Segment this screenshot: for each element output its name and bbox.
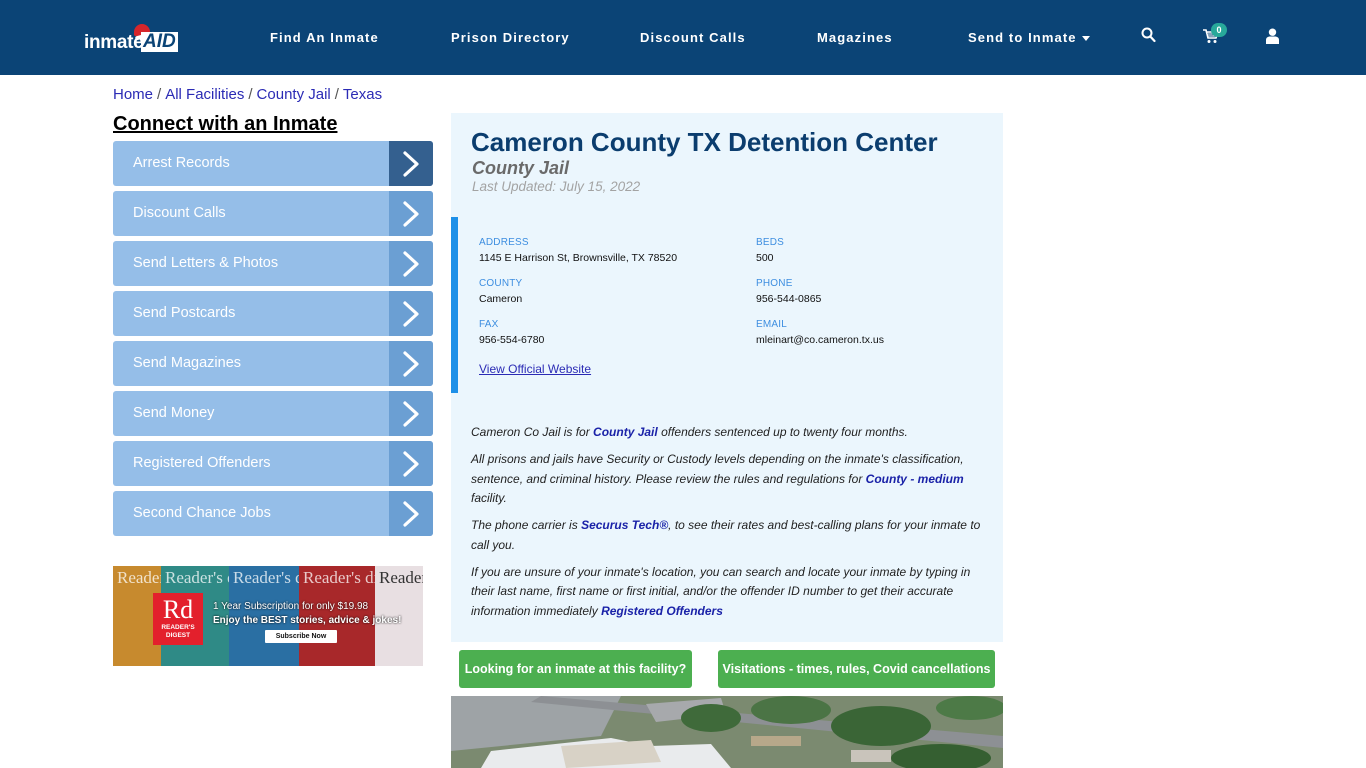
email-label: EMAIL xyxy=(756,319,788,330)
ad-subscribe-button[interactable]: Subscribe Now xyxy=(265,630,337,643)
phone-value: 956-544-0865 xyxy=(756,293,822,305)
sidebar-item-arrest-records[interactable]: Arrest Records xyxy=(113,141,433,186)
view-official-website-link[interactable]: View Official Website xyxy=(479,362,591,376)
rd-logo-text-2: DIGEST xyxy=(165,632,191,639)
chevron-right-icon xyxy=(389,291,433,336)
readers-digest-ad-banner[interactable]: Reader's digest Reader's digest Reader's… xyxy=(113,566,423,666)
nav-discount-calls[interactable]: Discount Calls xyxy=(640,30,746,45)
facility-info-box: ADDRESS 1145 E Harrison St, Brownsville,… xyxy=(451,217,1003,393)
beds-value: 500 xyxy=(756,252,774,264)
description-paragraph: If you are unsure of your inmate's locat… xyxy=(471,563,986,622)
sidebar-item-label: Discount Calls xyxy=(133,205,226,221)
ad-tagline: Enjoy the BEST stories, advice & jokes! xyxy=(213,615,402,626)
facility-type: County Jail xyxy=(472,158,570,178)
sidebar-item-send-postcards[interactable]: Send Postcards xyxy=(113,291,433,336)
sidebar-item-send-letters-photos[interactable]: Send Letters & Photos xyxy=(113,241,433,286)
beds-field: BEDS 500 xyxy=(756,237,784,264)
rd-logo-letters: Rd xyxy=(162,595,194,624)
email-field: EMAIL mleinart@co.cameron.tx.us xyxy=(756,319,884,346)
readers-digest-logo: Rd READER'S DIGEST xyxy=(153,593,203,645)
chevron-right-icon xyxy=(389,191,433,236)
breadcrumb-county-jail[interactable]: County Jail xyxy=(257,86,331,103)
breadcrumb-separator: / xyxy=(248,86,253,103)
breadcrumb-separator: / xyxy=(157,86,162,103)
description-paragraph: All prisons and jails have Security or C… xyxy=(471,450,986,509)
chevron-right-icon xyxy=(389,141,433,186)
facility-card: Cameron County TX Detention Center Count… xyxy=(451,113,1003,642)
cart-count-badge: 0 xyxy=(1211,23,1227,37)
sidebar-item-label: Send Postcards xyxy=(133,305,236,321)
cover-masthead: Reader's digest xyxy=(379,568,423,587)
address-label: ADDRESS xyxy=(479,237,529,248)
county-jail-link[interactable]: County Jail xyxy=(593,425,658,439)
top-navbar: inmate AID Find An Inmate Prison Directo… xyxy=(0,0,1366,75)
sidebar-item-label: Send Letters & Photos xyxy=(133,255,279,271)
phone-label: PHONE xyxy=(756,278,793,289)
sidebar-item-discount-calls[interactable]: Discount Calls xyxy=(113,191,433,236)
sidebar-item-second-chance-jobs[interactable]: Second Chance Jobs xyxy=(113,491,433,536)
inmateaid-logo[interactable]: inmate AID xyxy=(84,24,179,56)
description-text: facility. xyxy=(471,491,507,505)
email-value[interactable]: mleinart@co.cameron.tx.us xyxy=(756,334,884,346)
sidebar-item-label: Second Chance Jobs xyxy=(133,505,271,521)
address-field: ADDRESS 1145 E Harrison St, Brownsville,… xyxy=(479,237,677,264)
aerial-photo-illustration xyxy=(451,696,1003,768)
chevron-right-icon xyxy=(389,241,433,286)
breadcrumb-texas[interactable]: Texas xyxy=(343,86,382,103)
facility-aerial-photo xyxy=(451,696,1003,768)
sidebar-item-label: Send Magazines xyxy=(133,355,242,371)
sidebar-item-registered-offenders[interactable]: Registered Offenders xyxy=(113,441,433,486)
nav-find-an-inmate[interactable]: Find An Inmate xyxy=(270,30,379,45)
rd-logo-text-1: READER'S xyxy=(161,624,195,631)
find-inmate-at-facility-button[interactable]: Looking for an inmate at this facility? xyxy=(459,650,692,688)
phone-field: PHONE 956-544-0865 xyxy=(756,278,821,305)
sidebar-item-send-magazines[interactable]: Send Magazines xyxy=(113,341,433,386)
visitations-button[interactable]: Visitations - times, rules, Covid cancel… xyxy=(718,650,995,688)
description-text: offenders sentenced up to twenty four mo… xyxy=(657,425,908,439)
chevron-right-icon xyxy=(389,441,433,486)
last-updated: Last Updated: July 15, 2022 xyxy=(472,179,641,194)
chevron-right-icon xyxy=(389,341,433,386)
nav-prison-directory[interactable]: Prison Directory xyxy=(451,30,570,45)
logo-text-aid: AID xyxy=(141,31,178,52)
sidebar-menu: Arrest Records Discount Calls Send Lette… xyxy=(113,141,433,541)
breadcrumb-separator: / xyxy=(334,86,339,103)
ad-offer-text: 1 Year Subscription for only $19.98 xyxy=(213,601,369,612)
beds-label: BEDS xyxy=(756,237,785,248)
county-field: COUNTY Cameron xyxy=(479,278,522,305)
description-paragraph: Cameron Co Jail is for County Jail offen… xyxy=(471,423,986,443)
fax-field: FAX 956-554-6780 xyxy=(479,319,544,346)
nav-magazines[interactable]: Magazines xyxy=(817,30,893,45)
facility-title: Cameron County TX Detention Center xyxy=(471,127,938,157)
sidebar-title: Connect with an Inmate xyxy=(113,113,338,135)
county-medium-link[interactable]: County - medium xyxy=(866,472,964,486)
securus-tech-link[interactable]: Securus Tech® xyxy=(581,518,668,532)
county-label: COUNTY xyxy=(479,278,523,289)
sidebar-item-label: Arrest Records xyxy=(133,155,230,171)
sidebar-item-label: Registered Offenders xyxy=(133,455,271,471)
nav-send-to-inmate[interactable]: Send to Inmate xyxy=(968,30,1090,45)
logo-text-inmate: inmate xyxy=(84,32,144,53)
breadcrumb-home[interactable]: Home xyxy=(113,86,153,103)
sidebar-item-send-money[interactable]: Send Money xyxy=(113,391,433,436)
nav-send-to-inmate-label: Send to Inmate xyxy=(968,30,1077,45)
breadcrumb: Home / All Facilities / County Jail / Texas xyxy=(113,86,382,103)
sidebar-item-label: Send Money xyxy=(133,405,215,421)
facility-description: Cameron Co Jail is for County Jail offen… xyxy=(471,423,986,629)
description-text: The phone carrier is xyxy=(471,518,582,532)
description-text: Cameron Co Jail is for xyxy=(471,425,594,439)
breadcrumb-all-facilities[interactable]: All Facilities xyxy=(165,86,244,103)
description-paragraph: The phone carrier is Securus Tech®, to s… xyxy=(471,516,986,555)
caret-down-icon xyxy=(1081,36,1090,42)
address-value: 1145 E Harrison St, Brownsville, TX 7852… xyxy=(479,252,678,264)
fax-label: FAX xyxy=(479,319,499,330)
registered-offenders-link[interactable]: Registered Offenders xyxy=(601,604,723,618)
county-value: Cameron xyxy=(479,293,523,305)
search-icon[interactable] xyxy=(1141,27,1156,48)
chevron-right-icon xyxy=(389,391,433,436)
user-icon[interactable] xyxy=(1266,28,1279,49)
fax-value: 956-554-6780 xyxy=(479,334,545,346)
chevron-right-icon xyxy=(389,491,433,536)
